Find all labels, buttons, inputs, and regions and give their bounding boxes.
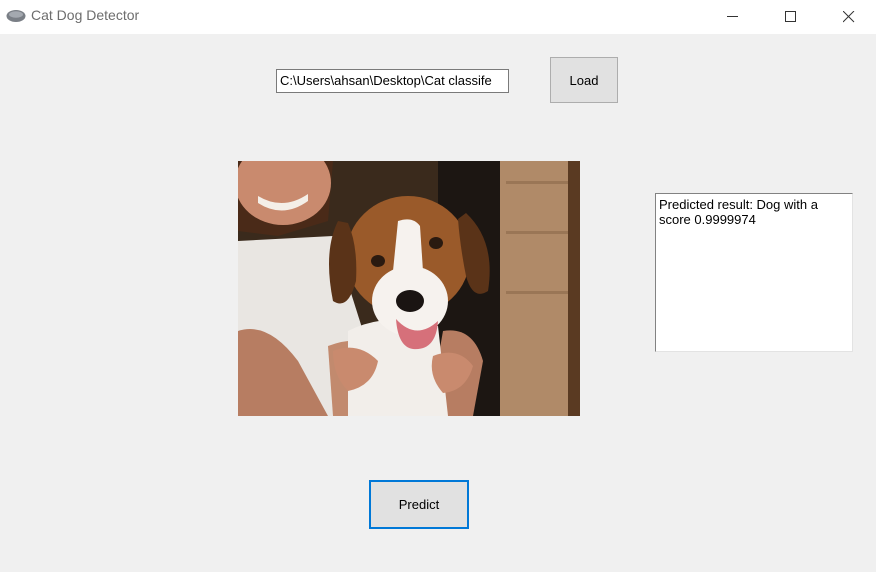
- file-path-field[interactable]: C:\Users\ahsan\Desktop\Cat classife: [276, 69, 509, 93]
- minimize-icon: [727, 16, 738, 17]
- app-icon: [6, 10, 26, 22]
- window-title: Cat Dog Detector: [31, 7, 140, 23]
- predict-button-label: Predict: [398, 497, 440, 512]
- result-textbox[interactable]: Predicted result: Dog with a score 0.999…: [655, 193, 853, 352]
- close-icon: [843, 11, 855, 23]
- loaded-image: [238, 161, 580, 416]
- minimize-button[interactable]: [710, 0, 756, 34]
- title-bar: Cat Dog Detector: [0, 0, 876, 34]
- load-button[interactable]: Load: [550, 57, 618, 103]
- predict-button[interactable]: Predict: [369, 480, 469, 529]
- maximize-button[interactable]: [768, 0, 814, 34]
- load-button-label: Load: [569, 72, 599, 88]
- dog-photo: [238, 161, 580, 416]
- close-button[interactable]: [826, 0, 872, 34]
- maximize-icon: [785, 11, 796, 22]
